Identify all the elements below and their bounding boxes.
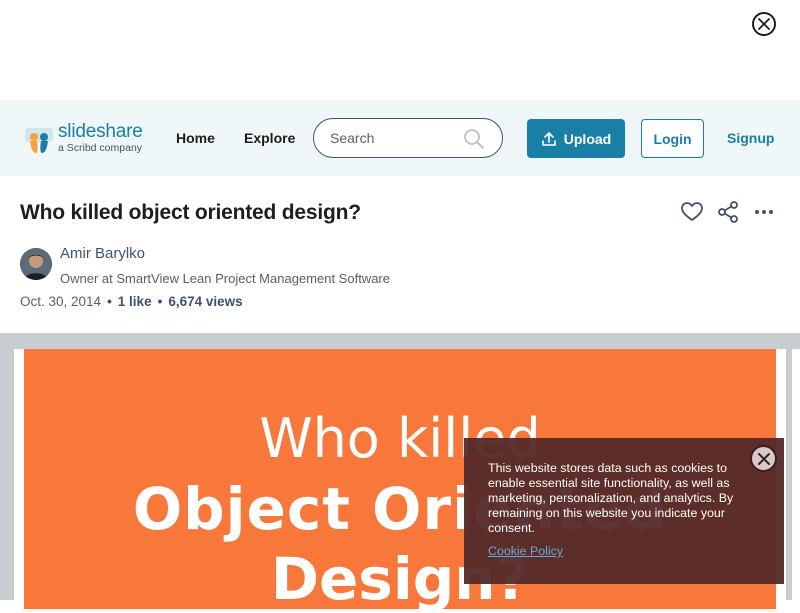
author-name[interactable]: Amir Barylko (60, 245, 145, 262)
cookie-policy-link[interactable]: Cookie Policy (488, 544, 563, 558)
heart-icon[interactable] (680, 200, 704, 224)
cookie-close-icon[interactable] (750, 445, 777, 472)
navbar: slideshare a Scribd company Home Explore… (0, 100, 800, 176)
views-count: 6,674 views (168, 294, 243, 309)
signup-link[interactable]: Signup (727, 130, 774, 146)
share-icon[interactable] (716, 200, 740, 224)
logo-subtext: a Scribd company (58, 142, 143, 154)
close-icon[interactable] (752, 12, 776, 36)
document-meta: Oct. 30, 2014 • 1 like • 6,674 views (20, 294, 243, 309)
more-icon[interactable] (752, 200, 776, 224)
upload-button[interactable]: Upload (527, 119, 625, 158)
next-slide-preview (792, 349, 800, 609)
logo-text: slideshare (58, 121, 143, 142)
upload-icon (541, 131, 556, 146)
cookie-banner: This website stores data such as cookies… (464, 438, 784, 584)
author-role: Owner at SmartView Lean Project Manageme… (60, 271, 390, 286)
cookie-text: This website stores data such as cookies… (488, 461, 734, 535)
top-blank-area (0, 0, 800, 100)
login-button[interactable]: Login (641, 119, 704, 158)
search-box[interactable] (313, 118, 503, 158)
nav-home-link[interactable]: Home (176, 130, 215, 146)
search-icon[interactable] (462, 127, 486, 151)
avatar[interactable] (20, 248, 52, 280)
slideshare-logo-icon (25, 128, 53, 153)
document-title: Who killed object oriented design? (20, 201, 361, 224)
publish-date: Oct. 30, 2014 (20, 294, 102, 309)
likes-count: 1 like (117, 294, 152, 309)
upload-label: Upload (563, 130, 612, 147)
slideshare-logo[interactable]: slideshare a Scribd company (24, 121, 154, 156)
search-input[interactable] (330, 130, 470, 146)
nav-explore-link[interactable]: Explore (244, 130, 295, 146)
